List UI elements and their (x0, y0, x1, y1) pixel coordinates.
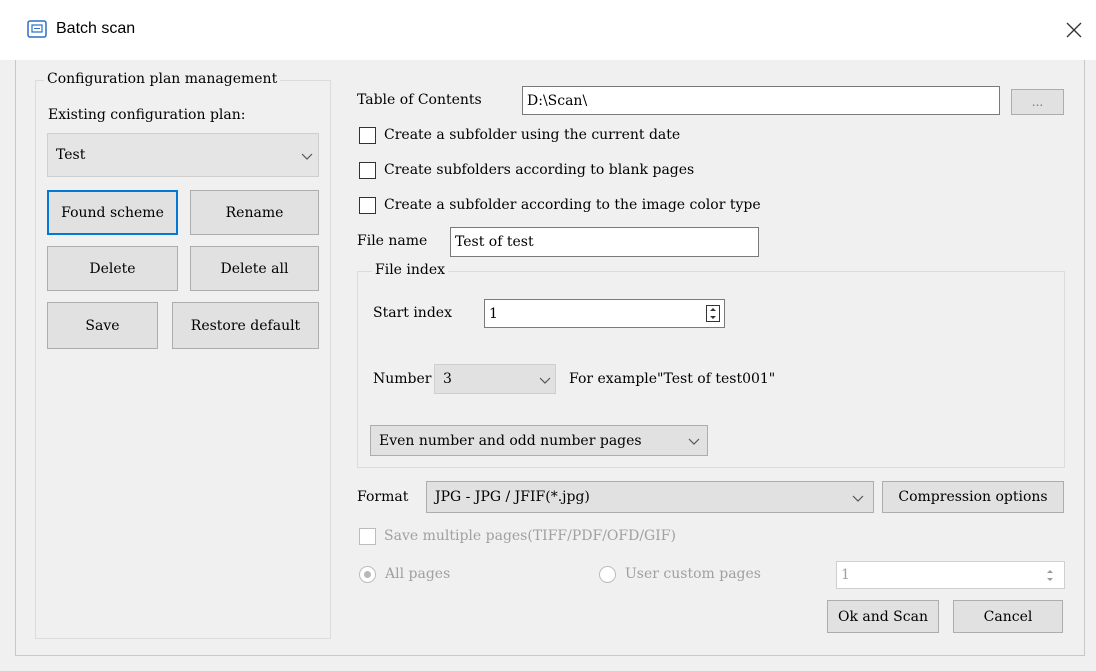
file-index-group-label: File index (372, 262, 449, 278)
delete-button[interactable]: Delete (47, 246, 178, 291)
plan-select[interactable]: Test (47, 133, 319, 177)
save-button[interactable]: Save (47, 302, 158, 349)
toc-path-value: D:\Scan\ (527, 92, 588, 109)
pages-order-value: Even number and odd number pages (379, 432, 642, 449)
found-scheme-button[interactable]: Found scheme (47, 190, 178, 235)
color-subfolder-label: Create a subfolder according to the imag… (384, 197, 761, 213)
number-select[interactable]: 3 (434, 364, 556, 394)
save-multiple-pages-label: Save multiple pages(TIFF/PDF/OFD/GIF) (384, 528, 676, 544)
toc-path-input[interactable]: D:\Scan\ (522, 86, 1000, 115)
restore-default-button[interactable]: Restore default (172, 302, 319, 349)
filename-example-text: For example"Test of test001" (569, 371, 776, 387)
pages-order-select[interactable]: Even number and odd number pages (370, 425, 708, 456)
title-bar (0, 0, 1096, 60)
chevron-down-icon (301, 153, 313, 160)
start-index-spinbox[interactable]: 1 (484, 299, 725, 328)
window-title: Batch scan (56, 20, 136, 37)
delete-all-button[interactable]: Delete all (190, 246, 319, 291)
file-name-label: File name (357, 233, 428, 249)
all-pages-label: All pages (385, 566, 451, 582)
chevron-down-icon (852, 495, 864, 502)
plan-group-label: Configuration plan management (44, 71, 281, 87)
custom-pages-label: User custom pages (625, 566, 761, 582)
toc-label: Table of Contents (357, 92, 482, 108)
number-label: Number (373, 371, 432, 387)
ok-and-scan-button[interactable]: Ok and Scan (827, 600, 939, 633)
scanner-app-icon (27, 20, 47, 38)
all-pages-radio[interactable] (359, 566, 376, 583)
rename-button[interactable]: Rename (190, 190, 319, 235)
close-icon[interactable] (1060, 16, 1088, 44)
file-name-input[interactable]: Test of test (450, 227, 759, 257)
format-label: Format (357, 489, 409, 505)
date-subfolder-label: Create a subfolder using the current dat… (384, 127, 681, 143)
custom-pages-radio[interactable] (599, 566, 616, 583)
date-subfolder-checkbox[interactable] (359, 127, 376, 144)
format-select[interactable]: JPG - JPG / JFIF(*.jpg) (426, 481, 874, 513)
blank-subfolder-label: Create subfolders according to blank pag… (384, 162, 695, 178)
cancel-button[interactable]: Cancel (953, 600, 1063, 633)
blank-subfolder-checkbox[interactable] (359, 162, 376, 179)
start-index-value: 1 (489, 305, 498, 322)
browse-button[interactable]: ... (1011, 89, 1064, 115)
chevron-down-icon (539, 377, 551, 384)
chevron-down-icon (688, 438, 700, 445)
number-select-value: 3 (443, 371, 452, 387)
format-select-value: JPG - JPG / JFIF(*.jpg) (435, 489, 590, 505)
existing-plan-label: Existing configuration plan: (48, 107, 246, 123)
color-subfolder-checkbox[interactable] (359, 197, 376, 214)
custom-pages-spinbox[interactable]: 1 (836, 561, 1065, 589)
spin-arrows-icon[interactable] (1044, 568, 1056, 583)
save-multiple-pages-checkbox[interactable] (359, 528, 376, 545)
file-name-value: Test of test (455, 234, 534, 250)
plan-select-value: Test (56, 147, 86, 163)
compression-options-button[interactable]: Compression options (882, 481, 1064, 513)
spin-arrows-icon[interactable] (706, 305, 720, 322)
start-index-label: Start index (373, 305, 452, 321)
custom-pages-value: 1 (841, 567, 850, 583)
